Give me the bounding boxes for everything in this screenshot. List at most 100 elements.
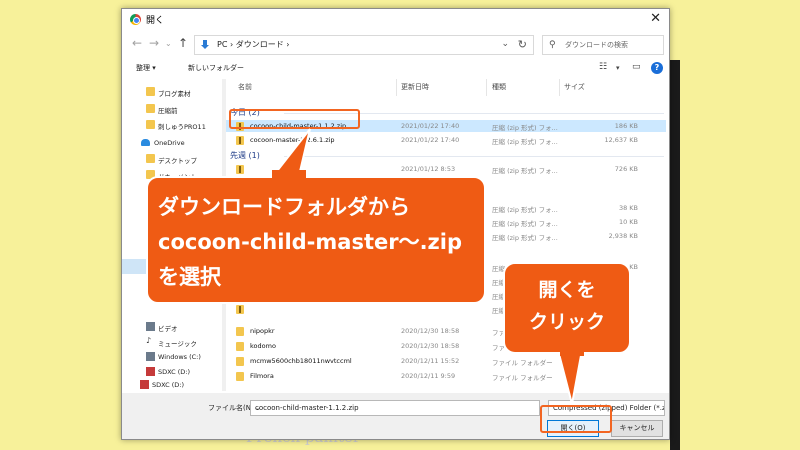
cancel-button[interactable]: キャンセル (611, 420, 663, 437)
address-dropdown-icon[interactable]: ⌄ (501, 39, 509, 49)
up-arrow-icon[interactable]: ↑ (178, 36, 188, 50)
file-date-cell: 2021/01/22 17:40 (401, 136, 460, 144)
search-box[interactable]: ⚲ ダウンロードの検索 (542, 35, 664, 55)
onedrive-cloud-icon (141, 139, 150, 146)
background-strip-right (670, 60, 680, 450)
instruction-callout-click-open: 開くを クリック (503, 262, 631, 354)
file-date-cell: 2020/12/11 9:59 (401, 372, 456, 380)
search-icon: ⚲ (549, 40, 556, 50)
callout-tail-2 (556, 349, 584, 405)
recent-dropdown-icon[interactable]: ⌄ (165, 39, 172, 48)
filename-label: ファイル名(N): (208, 404, 257, 412)
folder-icon (146, 104, 155, 113)
file-size-cell: 186 KB (614, 122, 638, 130)
file-size-cell: 38 KB (618, 204, 638, 212)
folder-icon (236, 327, 244, 336)
folder-icon (236, 372, 244, 381)
file-row[interactable]: mcmw5600chb18011nwvtccml 2020/12/11 15:52… (226, 355, 666, 367)
dialog-title: 開く (146, 16, 165, 26)
file-type-cell: 圧縮 (zip 形式) フォ... (492, 167, 558, 175)
drive-icon (146, 352, 155, 361)
file-date-cell: 2020/12/30 18:58 (401, 327, 460, 335)
file-date-cell: 2021/01/12 8:53 (401, 165, 456, 173)
open-button-highlight (540, 405, 612, 433)
sidebar-item-videos[interactable]: ビデオ (122, 321, 222, 333)
sd-card-icon (146, 367, 155, 376)
column-header-name[interactable]: 名前 (238, 82, 252, 92)
sidebar-item-sdxc-d[interactable]: SDXC (D:) (122, 366, 222, 378)
sidebar-item-onedrive[interactable]: OneDrive (122, 137, 222, 149)
sidebar-item-blog-material[interactable]: ブログ素材 (122, 86, 222, 98)
back-arrow-icon[interactable]: ← (132, 36, 142, 50)
column-header-type[interactable]: 種類 (492, 82, 506, 92)
file-type-cell: 圧縮 (zip 形式) フォ... (492, 220, 558, 228)
refresh-icon[interactable]: ↻ (518, 38, 527, 51)
folder-icon (236, 357, 244, 366)
sidebar-item-label: SDXC (D:) (158, 368, 190, 376)
file-type-cell: 圧縮 (zip 形式) フォ... (492, 124, 558, 132)
forward-arrow-icon[interactable]: → (149, 36, 159, 50)
callout-tail-1-cover (272, 170, 306, 182)
file-size-cell: 2,938 KB (608, 232, 638, 240)
sidebar-item-desktop[interactable]: デスクトップ (122, 153, 222, 165)
sidebar-item-music[interactable]: ♪ ミュージック (122, 336, 222, 348)
music-icon: ♪ (146, 336, 152, 345)
folder-icon (236, 342, 244, 351)
file-date-cell: 2020/12/30 18:58 (401, 342, 460, 350)
callout-line: を選択 (158, 265, 221, 289)
view-dropdown-icon[interactable]: ▾ (616, 64, 620, 72)
navigation-bar: ← → ⌄ ↑ PC › ダウンロード › ⌄ ↻ ⚲ ダウンロードの検索 (122, 33, 669, 57)
zip-folder-icon (236, 165, 244, 174)
sidebar-item-label: ブログ素材 (158, 90, 191, 98)
callout-line: 開くを (538, 279, 596, 301)
selected-file-highlight (229, 109, 360, 129)
preview-pane-icon[interactable]: ▭ (632, 62, 641, 72)
zip-folder-icon (236, 136, 244, 145)
file-type-cell: ファイル フォルダー (492, 374, 553, 382)
sidebar-item-embroidery[interactable]: 刺しゅうPRO11 (122, 119, 222, 131)
group-label: 先週 (1) (230, 151, 260, 160)
sidebar-item-label: ミュージック (158, 340, 197, 348)
sidebar-item-label: ビデオ (158, 325, 178, 333)
file-name-cell: mcmw5600chb18011nwvtccml (250, 357, 352, 365)
folder-icon (146, 120, 155, 129)
instruction-callout-select-file: ダウンロードフォルダから cocoon-child-master〜.zip を選… (146, 176, 486, 304)
help-icon[interactable]: ? (651, 62, 663, 74)
sidebar-item-label: Windows (C:) (158, 353, 201, 361)
column-divider (396, 79, 397, 96)
callout-tail-2-cover (560, 346, 584, 356)
search-placeholder: ダウンロードの検索 (565, 41, 628, 49)
filename-input[interactable]: cocoon-child-master-1.1.2.zip ⌄ (250, 400, 540, 416)
file-name-cell: kodomo (250, 342, 276, 350)
column-header-size[interactable]: サイズ (564, 82, 585, 92)
file-name-cell: nipopkr (250, 327, 275, 335)
organize-button[interactable]: 整理 ▾ (136, 63, 156, 73)
file-row[interactable]: Filmora 2020/12/11 9:59 ファイル フォルダー (226, 370, 666, 382)
file-size-cell: 10 KB (618, 218, 638, 226)
title-bar: 開く ✕ (122, 9, 669, 31)
sidebar-item-label: デスクトップ (158, 157, 197, 165)
video-icon (146, 322, 155, 331)
address-bar[interactable]: PC › ダウンロード › ⌄ ↻ (194, 35, 534, 55)
sidebar-item-label: 圧縮前 (158, 107, 178, 115)
file-type-cell: ファイル フォルダー (492, 359, 553, 367)
new-folder-button[interactable]: 新しいフォルダー (188, 63, 244, 73)
file-size-cell: 12,637 KB (604, 136, 638, 144)
file-date-cell: 2020/12/11 15:52 (401, 357, 460, 365)
sidebar-item-label: 刺しゅうPRO11 (158, 123, 206, 131)
callout-line: ダウンロードフォルダから (158, 195, 410, 219)
close-icon[interactable]: ✕ (650, 11, 661, 26)
sidebar-item-sdxc-d-root[interactable]: SDXC (D:) (122, 379, 222, 391)
download-folder-icon (201, 40, 209, 49)
callout-line: クリック (528, 311, 605, 333)
file-date-cell: 2021/01/22 17:40 (401, 122, 460, 130)
file-type-cell: 圧縮 (zip 形式) フォ... (492, 206, 558, 214)
sidebar-item-before-compress[interactable]: 圧縮前 (122, 103, 222, 115)
view-options-icon[interactable]: ☷ (599, 62, 607, 72)
filename-dropdown-icon[interactable]: ⌄ (255, 404, 536, 412)
sidebar-item-label: SDXC (D:) (152, 381, 184, 389)
zip-folder-icon (236, 305, 244, 314)
address-path: PC › ダウンロード › (217, 40, 290, 49)
sidebar-item-windows-c[interactable]: Windows (C:) (122, 351, 222, 363)
column-header-date[interactable]: 更新日時 (401, 82, 429, 92)
